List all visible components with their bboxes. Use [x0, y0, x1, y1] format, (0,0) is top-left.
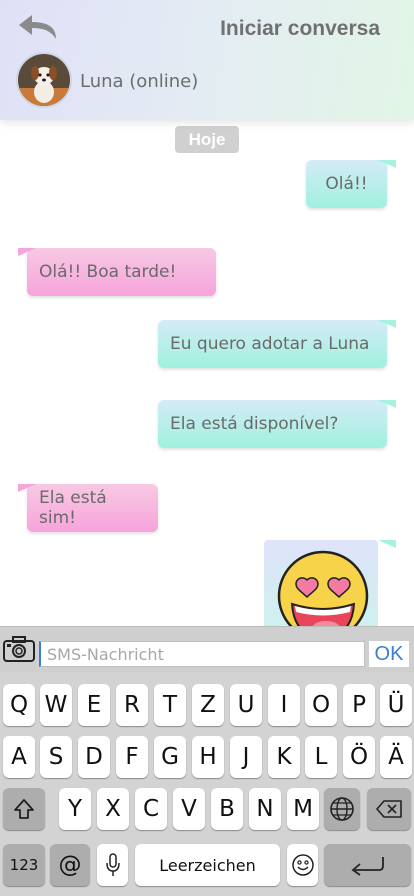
key-g[interactable]: G: [154, 736, 186, 778]
contact-name: Luna (online): [80, 71, 199, 92]
shift-icon[interactable]: [3, 788, 45, 830]
key-s[interactable]: S: [40, 736, 72, 778]
back-arrow-icon[interactable]: [16, 12, 62, 42]
chat-header: Iniciar conversa Luna (online): [0, 0, 414, 120]
key-b[interactable]: B: [211, 788, 243, 830]
bubble-tail: [18, 484, 36, 492]
message-bubble-sent[interactable]: Ela está disponível?: [158, 400, 387, 448]
smiley-icon[interactable]: [287, 844, 318, 886]
message-text: Ela está sim!: [39, 488, 107, 528]
numbers-key[interactable]: 123: [3, 844, 45, 886]
key-k[interactable]: K: [268, 736, 300, 778]
message-input-bar: OK: [0, 626, 414, 672]
key-e[interactable]: E: [78, 684, 110, 726]
key-w[interactable]: W: [40, 684, 72, 726]
key-n[interactable]: N: [249, 788, 281, 830]
bubble-tail: [378, 320, 396, 328]
key-ue[interactable]: Ü: [380, 684, 412, 726]
key-c[interactable]: C: [135, 788, 167, 830]
message-bubble-received[interactable]: Olá!! Boa tarde!: [27, 248, 216, 296]
key-v[interactable]: V: [173, 788, 205, 830]
onscreen-keyboard: Q W E R T Z U I O P Ü A S D F G H J K L …: [0, 672, 414, 896]
key-oe[interactable]: Ö: [343, 736, 375, 778]
message-text: Eu quero adotar a Luna: [170, 334, 370, 354]
key-m[interactable]: M: [287, 788, 319, 830]
dog-avatar[interactable]: [16, 52, 72, 108]
key-u[interactable]: U: [230, 684, 262, 726]
key-i[interactable]: I: [268, 684, 300, 726]
message-bubble-sent[interactable]: Olá!!: [306, 160, 387, 208]
key-d[interactable]: D: [78, 736, 110, 778]
sms-input[interactable]: [39, 641, 365, 667]
message-text: Olá!!: [325, 174, 368, 194]
bubble-tail: [378, 540, 396, 548]
bubble-tail: [18, 248, 36, 256]
key-y[interactable]: Y: [59, 788, 91, 830]
bubble-tail: [378, 160, 396, 168]
key-h[interactable]: H: [192, 736, 224, 778]
key-z[interactable]: Z: [192, 684, 224, 726]
key-f[interactable]: F: [116, 736, 148, 778]
message-list[interactable]: Hoje Olá!! Olá!! Boa tarde! Eu quero ado…: [0, 120, 414, 626]
key-q[interactable]: Q: [3, 684, 35, 726]
space-key[interactable]: Leerzeichen: [135, 844, 280, 886]
key-l[interactable]: L: [305, 736, 337, 778]
message-bubble-received[interactable]: Ela está sim!: [27, 484, 158, 532]
ok-button[interactable]: OK: [369, 641, 409, 667]
key-p[interactable]: P: [343, 684, 375, 726]
message-bubble-sent[interactable]: Eu quero adotar a Luna: [158, 320, 387, 368]
key-r[interactable]: R: [116, 684, 148, 726]
camera-icon[interactable]: [2, 633, 36, 665]
key-ae[interactable]: Ä: [380, 736, 412, 778]
key-a[interactable]: A: [3, 736, 35, 778]
key-o[interactable]: O: [305, 684, 337, 726]
backspace-icon[interactable]: [367, 788, 411, 830]
globe-icon[interactable]: [324, 788, 360, 830]
message-text: Olá!! Boa tarde!: [39, 262, 177, 282]
at-key[interactable]: @: [50, 844, 90, 886]
key-j[interactable]: J: [230, 736, 262, 778]
page-title: Iniciar conversa: [220, 17, 380, 40]
date-badge: Hoje: [175, 126, 239, 153]
heart-eyes-emoji: [277, 550, 369, 626]
key-x[interactable]: X: [97, 788, 129, 830]
microphone-icon[interactable]: [97, 844, 128, 886]
key-t[interactable]: T: [154, 684, 186, 726]
message-bubble-sent-emoji[interactable]: [264, 540, 378, 626]
bubble-tail: [378, 400, 396, 408]
message-text: Ela está disponível?: [170, 414, 339, 434]
return-icon[interactable]: [324, 844, 411, 886]
